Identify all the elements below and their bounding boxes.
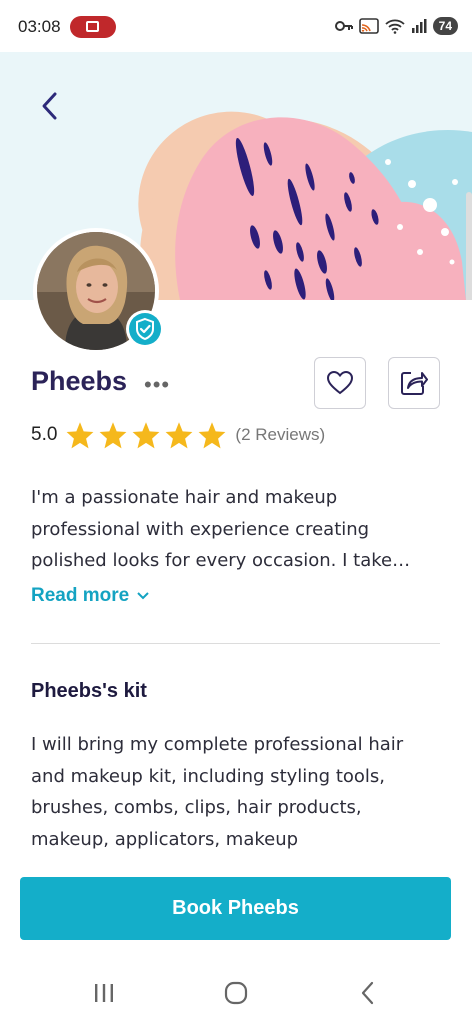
verified-badge — [126, 310, 164, 348]
more-options-icon[interactable]: ••• — [144, 372, 170, 398]
star-icon — [166, 422, 193, 449]
battery-icon: 74 — [432, 17, 458, 35]
kit-title: Pheebs's kit — [31, 680, 147, 702]
star-icon — [199, 422, 226, 449]
read-more-link[interactable]: Read more — [31, 585, 149, 607]
reviews-link[interactable]: (2 Reviews) — [235, 425, 325, 445]
screen-record-icon[interactable] — [70, 16, 116, 38]
share-icon — [401, 372, 428, 395]
system-nav-bar — [0, 960, 472, 1024]
back-button[interactable] — [30, 86, 70, 126]
shield-check-icon — [129, 313, 161, 345]
favorite-button[interactable] — [314, 357, 366, 409]
cast-icon — [358, 18, 379, 34]
nav-back-icon[interactable] — [348, 978, 388, 1008]
bio-text: I'm a passionate hair and makeup profess… — [31, 487, 393, 571]
status-time: 03:08 — [18, 17, 61, 36]
book-button[interactable]: Book Pheebs — [20, 877, 451, 940]
star-icon — [133, 422, 160, 449]
rating-value: 5.0 — [31, 424, 58, 445]
signal-icon — [411, 19, 427, 33]
divider — [31, 643, 440, 644]
home-icon[interactable] — [216, 978, 256, 1008]
wifi-icon — [385, 19, 405, 34]
profile-name: Pheebs — [31, 366, 128, 396]
status-bar: 03:08 74 — [0, 0, 472, 52]
share-button[interactable] — [388, 357, 440, 409]
heart-icon — [327, 371, 353, 395]
chevron-left-icon — [42, 92, 57, 120]
rating-row: 5.0 (2 Reviews) — [31, 420, 325, 450]
star-rating — [65, 421, 227, 449]
chevron-down-icon — [137, 592, 149, 600]
star-icon — [67, 422, 94, 449]
star-icon — [100, 422, 127, 449]
key-icon — [334, 21, 353, 31]
recent-apps-icon[interactable] — [84, 978, 124, 1008]
kit-description: I will bring my complete professional ha… — [31, 734, 404, 850]
bio: I'm a passionate hair and makeup profess… — [31, 482, 441, 577]
status-icons: 74 — [334, 14, 458, 38]
read-more-label: Read more — [31, 585, 130, 606]
